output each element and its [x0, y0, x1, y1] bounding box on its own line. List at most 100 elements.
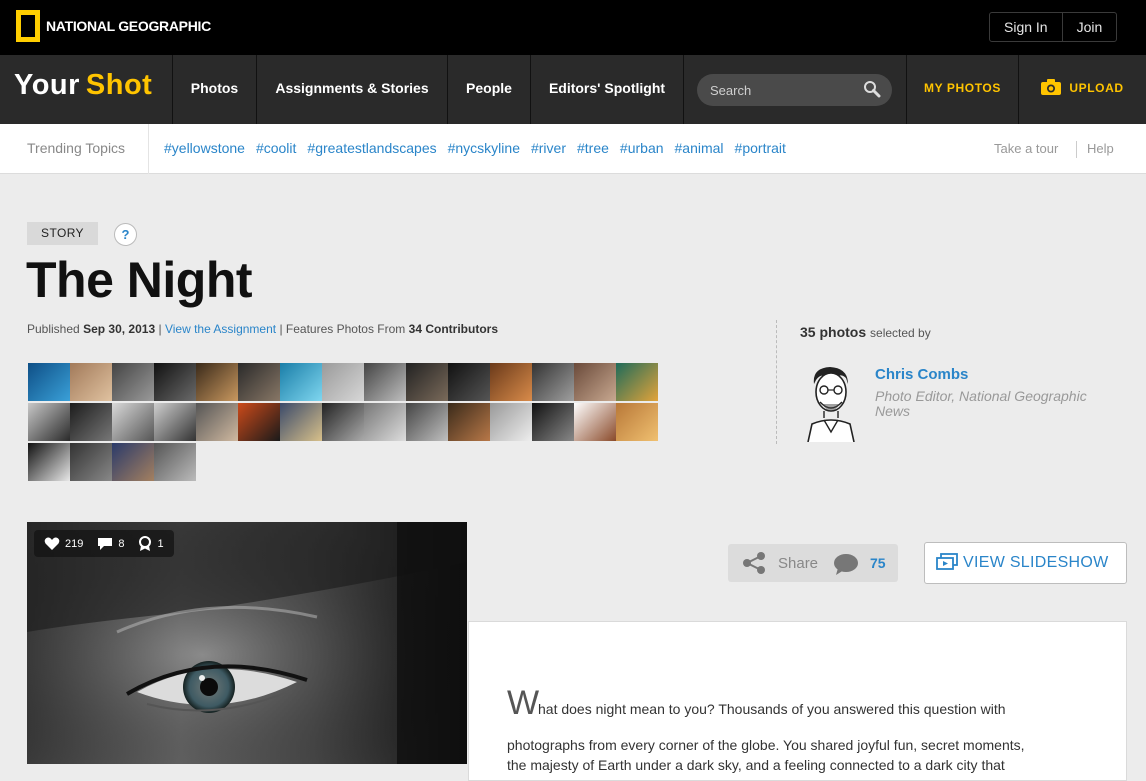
- article-text-line: photographs from every corner of the glo…: [507, 737, 1025, 753]
- contributor-avatar[interactable]: [364, 363, 406, 401]
- contributor-avatar[interactable]: [364, 403, 406, 441]
- awards-stat[interactable]: 1: [138, 536, 164, 551]
- take-a-tour-link[interactable]: Take a tour: [994, 141, 1058, 156]
- contributor-avatar[interactable]: [70, 443, 112, 481]
- photo-count-value: 35 photos: [800, 324, 867, 340]
- contributor-avatar[interactable]: [238, 363, 280, 401]
- comment-count[interactable]: 75: [870, 555, 886, 571]
- contributor-avatar[interactable]: [70, 403, 112, 441]
- search-input[interactable]: [710, 80, 850, 100]
- tag-greatestlandscapes[interactable]: #greatestlandscapes: [307, 140, 436, 156]
- page-title: The Night: [26, 252, 253, 308]
- tag-yellowstone[interactable]: #yellowstone: [164, 140, 245, 156]
- tag-coolit[interactable]: #coolit: [256, 140, 296, 156]
- editor-name[interactable]: Chris Combs: [875, 366, 968, 383]
- contributor-avatar[interactable]: [406, 363, 448, 401]
- contributor-avatar[interactable]: [154, 443, 196, 481]
- photo-stats: 219 8 1: [34, 530, 174, 557]
- contributor-avatar[interactable]: [532, 363, 574, 401]
- nav-photos[interactable]: Photos: [172, 55, 256, 124]
- contributor-avatar[interactable]: [154, 403, 196, 441]
- contributors-count: 34 Contributors: [408, 322, 498, 336]
- contributor-avatar[interactable]: [616, 363, 658, 401]
- contributor-avatar[interactable]: [322, 363, 364, 401]
- features-prefix: | Features Photos From: [279, 322, 406, 336]
- contributor-avatar[interactable]: [490, 363, 532, 401]
- contributor-avatar[interactable]: [112, 403, 154, 441]
- contributor-avatars: [28, 363, 658, 483]
- featured-photo-image: [27, 522, 467, 764]
- contributor-avatar[interactable]: [322, 403, 364, 441]
- comments-stat[interactable]: 8: [97, 537, 124, 551]
- contributor-avatar[interactable]: [238, 403, 280, 441]
- comments-count: 8: [118, 537, 125, 550]
- your-shot-brand[interactable]: Your Shot: [14, 69, 152, 102]
- comment-bubble-icon[interactable]: [833, 553, 859, 575]
- my-photos-link[interactable]: MY PHOTOS: [906, 55, 1018, 124]
- sign-in-link[interactable]: Sign In: [990, 13, 1062, 41]
- upload-button[interactable]: UPLOAD: [1018, 55, 1146, 124]
- contributor-avatar[interactable]: [406, 403, 448, 441]
- editor-avatar[interactable]: [802, 362, 860, 442]
- tag-river[interactable]: #river: [531, 140, 566, 156]
- share-icon[interactable]: [742, 552, 766, 574]
- article-text-line: hat does night mean to you? Thousands of…: [538, 701, 1006, 717]
- contributor-avatar[interactable]: [112, 443, 154, 481]
- national-geographic-logo[interactable]: NATIONAL GEOGRAPHIC: [16, 10, 211, 42]
- help-link[interactable]: Help: [1087, 141, 1114, 156]
- selected-by-label: selected by: [870, 326, 931, 340]
- camera-icon: [1041, 78, 1062, 95]
- nav-editors-spotlight[interactable]: Editors' Spotlight: [530, 55, 684, 124]
- contributor-avatar[interactable]: [448, 363, 490, 401]
- tag-tree[interactable]: #tree: [577, 140, 609, 156]
- contributor-avatar[interactable]: [574, 403, 616, 441]
- slideshow-icon: [936, 553, 958, 570]
- contributor-avatar[interactable]: [280, 403, 322, 441]
- tag-urban[interactable]: #urban: [620, 140, 664, 156]
- nav-assignments-stories[interactable]: Assignments & Stories: [256, 55, 447, 124]
- contributor-avatar[interactable]: [616, 403, 658, 441]
- likes-stat[interactable]: 219: [44, 537, 83, 551]
- contributor-avatar[interactable]: [448, 403, 490, 441]
- view-assignment-link[interactable]: View the Assignment: [165, 322, 276, 336]
- join-link[interactable]: Join: [1061, 13, 1117, 41]
- contributor-avatar[interactable]: [112, 363, 154, 401]
- contributor-avatar[interactable]: [70, 363, 112, 401]
- contributor-avatar[interactable]: [28, 363, 70, 401]
- search-icon[interactable]: [863, 80, 881, 98]
- divider: [1076, 141, 1077, 158]
- contributor-avatar[interactable]: [28, 443, 70, 481]
- editor-role: Photo Editor, National Geographic News: [875, 388, 1087, 419]
- divider: [148, 124, 149, 174]
- story-meta: Published Sep 30, 2013 | View the Assign…: [27, 322, 498, 336]
- contributor-avatar[interactable]: [490, 403, 532, 441]
- photo-count: 35 photos selected by: [800, 324, 931, 340]
- story-badge: STORY: [27, 222, 98, 245]
- view-slideshow-label[interactable]: VIEW SLIDESHOW: [963, 554, 1109, 572]
- nav-people[interactable]: People: [447, 55, 530, 124]
- contributor-avatar[interactable]: [532, 403, 574, 441]
- yellow-frame-icon: [16, 10, 40, 42]
- contributor-avatar[interactable]: [28, 403, 70, 441]
- award-icon: [139, 536, 152, 551]
- main-nav: Your Shot Photos Assignments & Stories Pe…: [0, 55, 1146, 124]
- tag-nycskyline[interactable]: #nycskyline: [448, 140, 520, 156]
- tag-portrait[interactable]: #portrait: [735, 140, 786, 156]
- logo-text: NATIONAL GEOGRAPHIC: [46, 18, 211, 34]
- brand-shot: Shot: [85, 69, 153, 101]
- contributor-avatar[interactable]: [280, 363, 322, 401]
- share-label[interactable]: Share: [778, 555, 818, 572]
- tag-animal[interactable]: #animal: [675, 140, 724, 156]
- brand-your: Your: [14, 69, 80, 101]
- contributor-avatar[interactable]: [196, 363, 238, 401]
- contributor-avatar[interactable]: [154, 363, 196, 401]
- comment-icon: [98, 537, 113, 550]
- contributor-avatar[interactable]: [196, 403, 238, 441]
- help-icon[interactable]: ?: [114, 223, 137, 246]
- contributor-avatar[interactable]: [574, 363, 616, 401]
- trending-tags: #yellowstone #coolit #greatestlandscapes…: [164, 140, 786, 156]
- published-prefix: Published: [27, 322, 80, 336]
- trending-topics-bar: Trending Topics #yellowstone #coolit #gr…: [0, 124, 1146, 174]
- upload-label: UPLOAD: [1069, 81, 1124, 95]
- featured-photo[interactable]: [27, 522, 467, 764]
